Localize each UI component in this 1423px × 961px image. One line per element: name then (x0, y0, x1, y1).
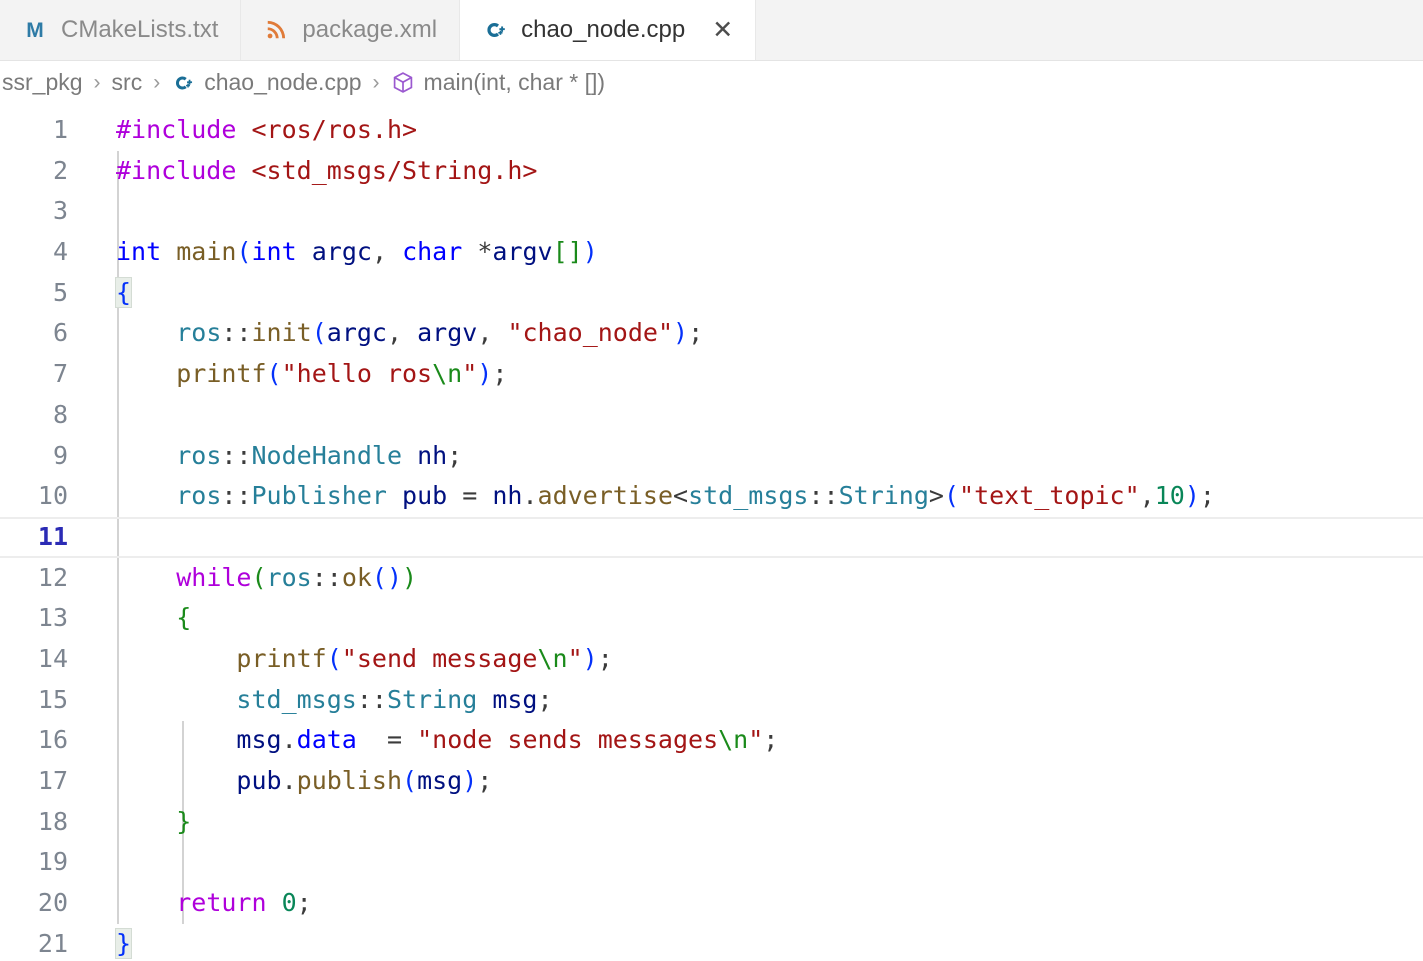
line-number: 18 (37, 806, 68, 836)
line-number: 12 (37, 562, 68, 592)
code-line: 5 { (0, 273, 1423, 314)
cmake-icon: M (22, 17, 48, 43)
line-code: printf("send message\n"); (236, 643, 613, 673)
line-code: } (68, 924, 1423, 961)
code-line: 18 } (0, 802, 1423, 843)
svg-text:M: M (26, 19, 44, 42)
line-code: int main(int argc, char *argv[]) (116, 237, 598, 267)
breadcrumb-item-chao-node-cpp[interactable]: chao_node.cpp (169, 71, 363, 95)
cpp-icon (482, 17, 508, 43)
tab-label: chao_node.cpp (521, 16, 686, 43)
code-line: 12 while(ros::ok()) (0, 558, 1423, 599)
tab-label: package.xml (302, 16, 438, 43)
line-code: #include <ros/ros.h> (116, 115, 418, 144)
line-number: 5 (52, 277, 68, 307)
code-line: 21 } (0, 924, 1423, 961)
breadcrumb-label: chao_node.cpp (204, 69, 362, 95)
line-code: { (68, 273, 1423, 314)
line-number: 2 (52, 155, 68, 185)
line-code: } (176, 806, 192, 836)
editor-tab-bar: M CMakeLists.txt package.xml chao_node.c… (0, 0, 1423, 61)
cpp-icon (171, 71, 195, 95)
line-number: 16 (37, 725, 68, 755)
code-line: 17 pub.publish(msg); (0, 761, 1423, 802)
code-line: 14 printf("send message\n"); (0, 639, 1423, 680)
matching-bracket: { (114, 276, 133, 308)
close-icon[interactable]: ✕ (712, 17, 733, 43)
code-line: 4 int main(int argc, char *argv[]) (0, 232, 1423, 273)
line-number: 19 (37, 847, 68, 877)
breadcrumb-label: ssr_pkg (2, 69, 83, 95)
line-number: 11 (37, 521, 68, 551)
code-line: 15 std_msgs::String msg; (0, 680, 1423, 721)
code-line: 2 #include <std_msgs/String.h> (0, 151, 1423, 192)
code-line: 19 (0, 842, 1423, 883)
line-number: 8 (52, 399, 68, 429)
code-line: 16 msg.data = "node sends messages\n"; (0, 720, 1423, 761)
line-number: 13 (37, 603, 68, 633)
breadcrumb-item-main-symbol[interactable]: main(int, char * []) (389, 71, 608, 95)
line-number: 4 (52, 237, 68, 267)
line-code: std_msgs::String msg; (236, 684, 553, 714)
line-number: 7 (52, 359, 68, 389)
tab-cmakelists-txt[interactable]: M CMakeLists.txt (0, 0, 242, 60)
code-line: 13 { (0, 598, 1423, 639)
code-editor[interactable]: 1 #include <ros/ros.h> 2 #include <std_m… (0, 104, 1423, 961)
line-code: msg.data = "node sends messages\n"; (236, 725, 779, 755)
matching-bracket: } (114, 927, 133, 959)
line-number: 10 (37, 481, 68, 511)
code-content[interactable]: 1 #include <ros/ros.h> 2 #include <std_m… (0, 104, 1423, 961)
code-line: 3 (0, 191, 1423, 232)
code-line: 8 (0, 395, 1423, 436)
chevron-right-icon: › (153, 71, 161, 94)
line-number: 1 (52, 115, 68, 144)
code-line: 10 ros::Publisher pub = nh.advertise<std… (0, 476, 1423, 517)
breadcrumb-item-ssr-pkg[interactable]: ssr_pkg (0, 71, 85, 94)
line-code: printf("hello ros\n"); (176, 359, 508, 389)
line-number: 17 (37, 766, 68, 795)
line-code: while(ros::ok()) (176, 562, 418, 592)
breadcrumb-item-src[interactable]: src (110, 71, 145, 94)
line-code: return 0; (176, 888, 312, 918)
line-number: 15 (37, 684, 68, 714)
line-code: { (176, 603, 192, 633)
line-code: ros::NodeHandle nh; (176, 440, 463, 470)
xml-icon (263, 17, 289, 43)
breadcrumb-label: main(int, char * []) (423, 69, 606, 95)
chevron-right-icon: › (93, 71, 101, 94)
line-number: 14 (37, 643, 68, 673)
code-line: 6 ros::init(argc, argv, "chao_node"); (0, 313, 1423, 354)
symbol-method-icon (391, 71, 415, 95)
line-number: 9 (52, 440, 68, 470)
line-code: ros::Publisher pub = nh.advertise<std_ms… (176, 481, 1215, 511)
line-code: pub.publish(msg); (236, 766, 493, 795)
tab-label: CMakeLists.txt (61, 16, 219, 43)
code-line: 7 printf("hello ros\n"); (0, 354, 1423, 395)
line-number: 6 (52, 318, 68, 348)
line-number: 21 (37, 928, 68, 958)
code-line-current: 11 (0, 516, 1423, 558)
line-number: 20 (37, 888, 68, 918)
breadcrumb: ssr_pkg › src › chao_node.cpp › main(int… (0, 61, 1423, 104)
breadcrumb-label: src (111, 69, 143, 95)
code-line: 1 #include <ros/ros.h> (0, 110, 1423, 151)
code-line: 9 ros::NodeHandle nh; (0, 436, 1423, 477)
tab-package-xml[interactable]: package.xml (241, 0, 461, 60)
code-line: 20 return 0; (0, 883, 1423, 924)
tab-bar-empty-space (756, 0, 1423, 60)
chevron-right-icon: › (372, 71, 380, 94)
tab-chao-node-cpp[interactable]: chao_node.cpp ✕ (460, 0, 757, 60)
line-code: ros::init(argc, argv, "chao_node"); (176, 318, 704, 348)
line-number: 3 (52, 196, 68, 226)
line-code: #include <std_msgs/String.h> (116, 155, 538, 185)
